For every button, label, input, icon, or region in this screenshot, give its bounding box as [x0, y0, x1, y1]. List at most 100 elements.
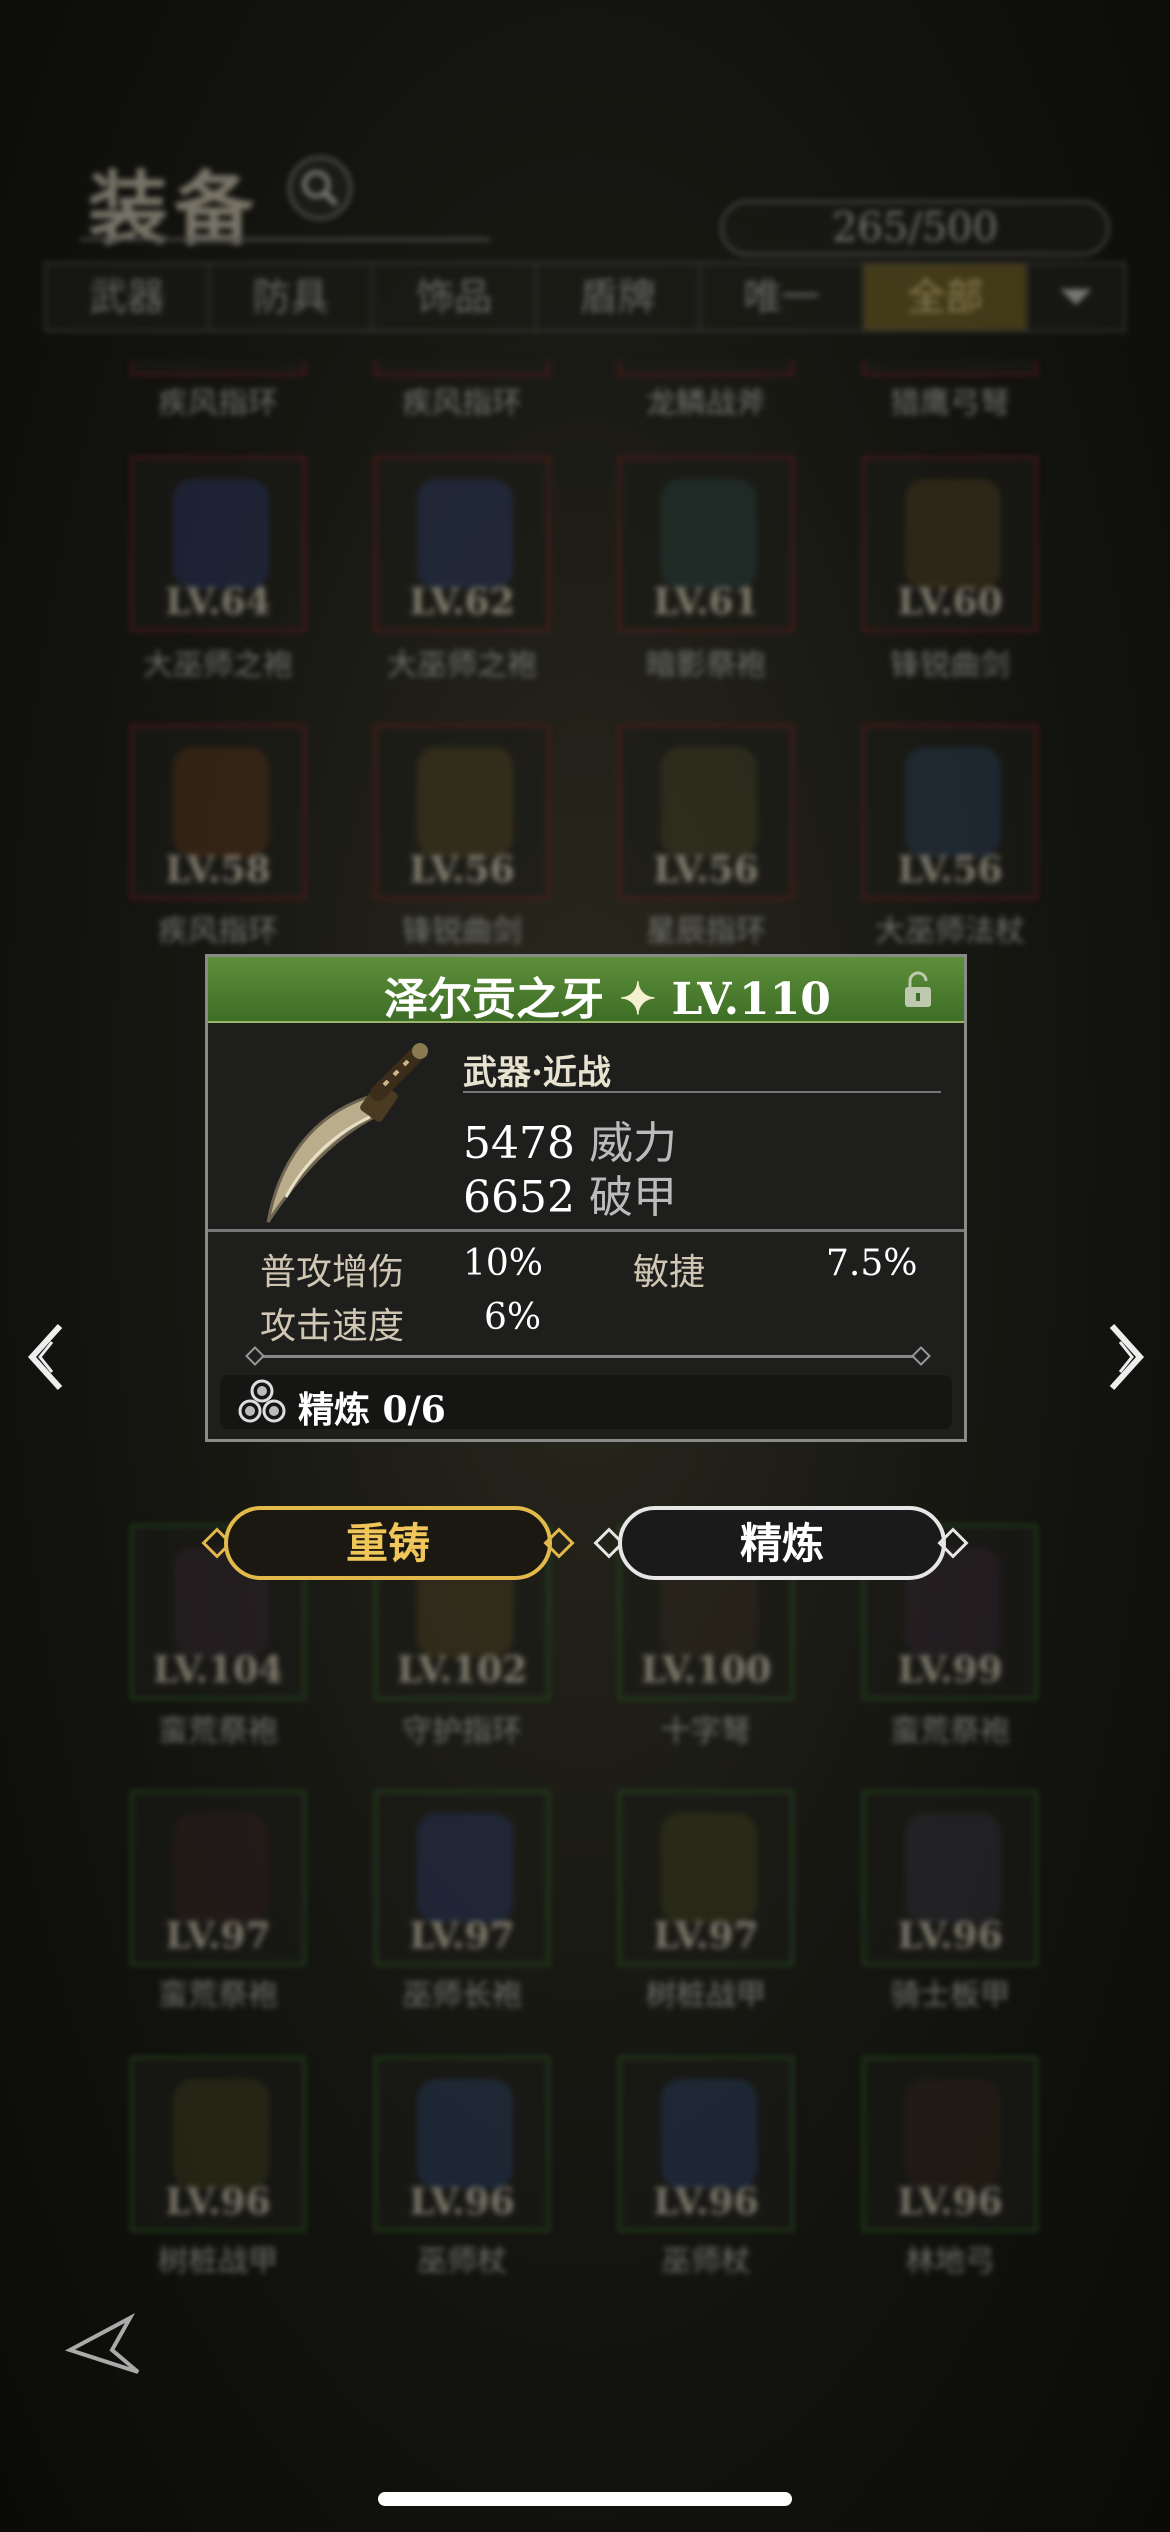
item-level: LV.96	[653, 2181, 759, 2223]
stats-divider	[208, 1229, 964, 1232]
item-name: 大巫师之袍	[143, 648, 293, 683]
inventory-slot[interactable]: LV.60	[862, 456, 1038, 632]
previous-item-button[interactable]	[22, 1320, 68, 1394]
search-button[interactable]	[288, 156, 352, 220]
item-name: 暗影祭袍	[646, 648, 766, 683]
home-indicator[interactable]	[378, 2492, 792, 2506]
item-name: 巫师长袍	[402, 1978, 522, 2013]
inventory-slot[interactable]: LV.62	[374, 456, 550, 632]
item-name: 疾风指环	[402, 386, 522, 421]
item-level: LV.61	[653, 581, 759, 623]
item-level: LV.96	[409, 2181, 515, 2223]
item-name: 疾风指环	[158, 386, 278, 421]
item-level: LV.56	[653, 849, 759, 891]
item-detail-card: 泽尔贡之牙 ✦ LV.110 武器·近战 5478 威力 6652 破甲 普攻增…	[205, 954, 967, 1442]
item-name: 大巫师之袍	[387, 648, 537, 683]
item-level: LV.56	[897, 849, 1003, 891]
weapon-image	[238, 1037, 438, 1237]
inventory-slot[interactable]: LV.96	[862, 2056, 1038, 2232]
item-level: LV.96	[165, 2181, 271, 2223]
item-name: 蛮荒祭袍	[158, 1714, 278, 1749]
dagger-icon	[266, 1043, 428, 1223]
item-level: LV.60	[897, 581, 1003, 623]
item-level: LV.104	[152, 1649, 284, 1691]
inventory-slot[interactable]: LV.96	[618, 2056, 794, 2232]
item-type: 武器·近战	[463, 1053, 611, 1093]
item-name: 巫师杖	[661, 2244, 751, 2279]
arrow-right-icon	[1109, 1323, 1145, 1391]
search-icon	[302, 170, 339, 207]
inventory-slot[interactable]: LV.56	[862, 724, 1038, 900]
item-card-header: 泽尔贡之牙 ✦ LV.110	[208, 957, 964, 1025]
bonus-value: 10%	[463, 1243, 544, 1284]
inventory-counter: 265/500	[720, 200, 1110, 256]
next-item-button[interactable]	[1104, 1320, 1150, 1394]
tab-shields[interactable]: 盾牌	[537, 264, 701, 330]
back-button[interactable]	[60, 2310, 150, 2380]
lock-icon	[905, 971, 931, 1007]
item-name: 疾风指环	[158, 914, 278, 949]
category-tabs: 武器 防具 饰品 盾牌 唯一 全部 ⏷	[44, 262, 1126, 332]
item-level: LV.110	[671, 974, 831, 1025]
item-level: LV.97	[653, 1915, 759, 1957]
inventory-slot[interactable]: LV.97	[618, 1790, 794, 1966]
bonus-label: 普攻增伤	[260, 1252, 405, 1293]
lock-button[interactable]	[900, 971, 936, 1009]
armor-break-stat: 6652 破甲	[463, 1161, 677, 1225]
inventory-slot[interactable]: LV.96	[862, 1790, 1038, 1966]
star-icon: ✦	[619, 974, 657, 1025]
item-name: 树桩战甲	[646, 1978, 766, 2013]
inventory-slot[interactable]: LV.97	[130, 1790, 306, 1966]
inventory-slot[interactable]: LV.64	[130, 456, 306, 632]
item-name: 林地弓	[905, 2244, 995, 2279]
divider-ornament	[911, 1346, 931, 1366]
item-name: 泽尔贡之牙	[384, 974, 604, 1025]
item-level: LV.100	[640, 1649, 772, 1691]
armor-break-value: 6652	[463, 1172, 575, 1223]
item-name: 锋锐曲剑	[890, 648, 1010, 683]
bonus-label: 攻击速度	[260, 1306, 405, 1347]
item-name: 十字弩	[661, 1714, 751, 1749]
inventory-slot[interactable]: LV.58	[130, 724, 306, 900]
gem-cluster-icon	[238, 1379, 286, 1423]
item-name: 星辰指环	[646, 914, 766, 949]
filter-icon[interactable]: ⏷	[1028, 264, 1124, 330]
item-level: LV.97	[409, 1915, 515, 1957]
item-name: 树桩战甲	[158, 2244, 278, 2279]
refine-count: 精炼 0/6	[298, 1389, 446, 1431]
inventory-slot[interactable]: LV.56	[374, 724, 550, 900]
refine-icon	[236, 1377, 288, 1429]
inventory-slot[interactable]: LV.61	[618, 456, 794, 632]
item-name: 蛮荒祭袍	[890, 1714, 1010, 1749]
page-title: 装备	[88, 162, 260, 256]
inventory-slot[interactable]: LV.97	[374, 1790, 550, 1966]
item-level: LV.62	[409, 581, 515, 623]
tab-unique[interactable]: 唯一	[701, 264, 865, 330]
item-name: 守护指环	[402, 1714, 522, 1749]
divider-ornament	[245, 1346, 265, 1366]
item-level: LV.99	[897, 1649, 1003, 1691]
tab-weapons[interactable]: 武器	[46, 264, 210, 330]
inventory-slot[interactable]: LV.56	[618, 724, 794, 900]
item-level: LV.56	[409, 849, 515, 891]
tab-armor[interactable]: 防具	[210, 264, 374, 330]
title-underline	[80, 238, 490, 241]
inventory-slot[interactable]: LV.96	[374, 2056, 550, 2232]
item-level: LV.97	[165, 1915, 271, 1957]
item-level: LV.96	[897, 2181, 1003, 2223]
reforge-button[interactable]: 重铸	[224, 1506, 552, 1580]
bonus-value: 6%	[484, 1297, 542, 1338]
tab-all[interactable]: 全部	[864, 264, 1029, 330]
item-name: 大巫师法杖	[875, 914, 1025, 949]
item-name: 骑士板甲	[890, 1978, 1010, 2013]
inventory-slot[interactable]: LV.96	[130, 2056, 306, 2232]
tab-accessories[interactable]: 饰品	[373, 264, 538, 330]
item-level: LV.58	[165, 849, 271, 891]
item-name: 蛮荒祭袍	[158, 1978, 278, 2013]
back-icon	[64, 2313, 140, 2374]
item-name: 龙鳞战斧	[646, 386, 766, 421]
item-name: 猎鹰弓弩	[890, 386, 1010, 421]
item-name: 巫师杖	[417, 2244, 507, 2279]
item-level: LV.102	[396, 1649, 528, 1691]
refine-button[interactable]: 精炼	[618, 1506, 946, 1580]
